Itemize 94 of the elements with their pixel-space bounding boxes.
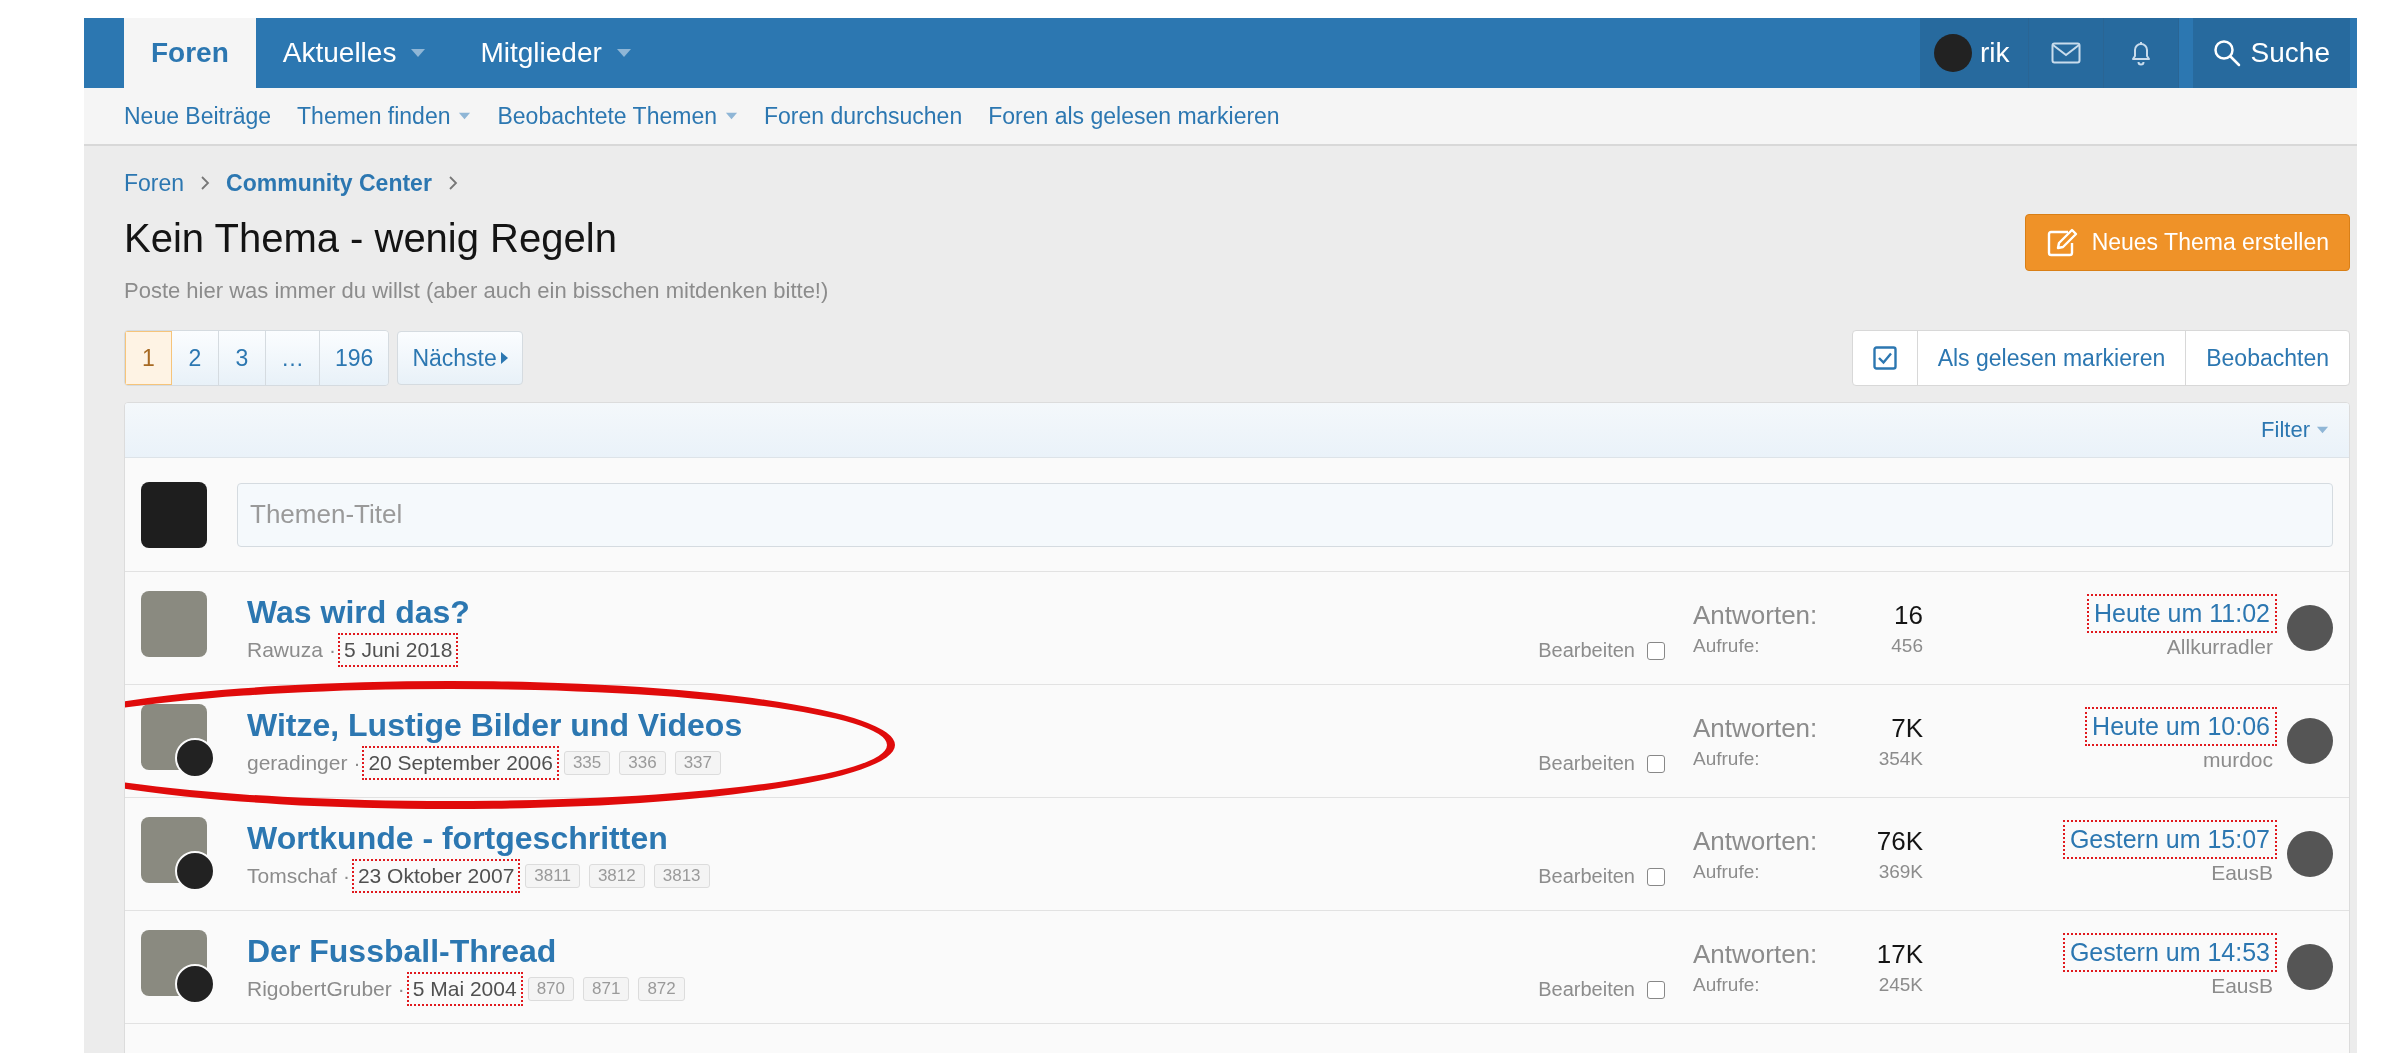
triangle-right-icon <box>500 352 508 364</box>
page-link[interactable]: 871 <box>583 976 630 1001</box>
page-link[interactable]: 3 <box>219 331 266 385</box>
subnav-link[interactable]: Beobachtete Themen <box>497 102 738 130</box>
thread-title-link[interactable]: Was wird das? <box>247 593 470 631</box>
last-poster-link[interactable]: murdoc <box>2202 747 2273 772</box>
separator-dot: · <box>328 637 336 662</box>
subnav-link[interactable]: Themen finden <box>297 102 472 130</box>
action-button[interactable]: Beobachten <box>2185 331 2349 385</box>
new-thread-button[interactable]: Neues Thema erstellen <box>2024 214 2350 271</box>
nav-tab[interactable]: Aktuelles <box>255 18 454 88</box>
nav-tab[interactable]: Foren <box>124 18 256 88</box>
replies-label: Antworten: <box>1693 599 1819 631</box>
checkbox[interactable] <box>1647 754 1665 773</box>
caret-icon <box>2316 426 2329 434</box>
checkbox[interactable] <box>1647 867 1665 886</box>
author-link[interactable]: geradinger <box>247 750 348 775</box>
caret-icon <box>410 48 427 58</box>
views-count: 369K <box>1877 860 1923 883</box>
avatar-photo-placeholder <box>2287 718 2333 764</box>
page-link[interactable]: 3811 <box>525 863 580 888</box>
page-link[interactable]: 337 <box>674 750 721 775</box>
views-label: Aufrufe: <box>1693 973 1761 996</box>
search-button[interactable]: Suche <box>2192 18 2350 88</box>
author-link[interactable]: RigobertGruber <box>247 976 392 1001</box>
page-link[interactable]: 335 <box>563 750 611 775</box>
replies-label: Antworten: <box>1693 712 1819 744</box>
edit-label: Bearbeiten <box>1538 752 1635 775</box>
replies-count: 16 <box>1893 599 1923 631</box>
views-label: Aufrufe: <box>1693 747 1761 770</box>
views-count: 456 <box>1890 634 1923 657</box>
views-count: 245K <box>1877 973 1923 996</box>
separator-dot: · <box>397 976 405 1001</box>
subnav-link[interactable]: Foren durchsuchen <box>764 102 963 130</box>
subnav-link[interactable]: Neue Beiträge <box>124 102 272 130</box>
author-link[interactable]: Tomschaf <box>247 863 337 888</box>
last-poster-link[interactable]: EausB <box>2211 860 2273 885</box>
filter-button[interactable]: Filter <box>2261 417 2329 443</box>
forum-description: Poste hier was immer du willst (aber auch ein bisschen mitdenken bitte!) <box>124 278 829 304</box>
separator-dot: · <box>353 750 361 775</box>
replies-label: Antworten: <box>1693 938 1819 970</box>
replies-count: 17K <box>1875 938 1923 970</box>
views-label: Aufrufe: <box>1693 860 1761 883</box>
subnav-link[interactable]: Foren als gelesen markieren <box>988 102 1280 130</box>
replies-count: 7K <box>1890 712 1923 744</box>
caret-icon <box>458 112 472 120</box>
chevron-right-icon <box>447 175 458 191</box>
caret-icon <box>725 112 738 120</box>
edit-label: Bearbeiten <box>1538 865 1635 888</box>
alerts-button[interactable] <box>2103 18 2179 88</box>
page-link[interactable]: 1 <box>125 331 172 385</box>
replies-label: Antworten: <box>1693 825 1819 857</box>
next-page-button[interactable]: Nächste <box>397 331 523 385</box>
user-menu-button[interactable]: rik <box>1920 18 2029 88</box>
page-link[interactable]: … <box>266 331 320 385</box>
edit-label: Bearbeiten <box>1538 978 1635 1001</box>
page-link[interactable]: 3812 <box>588 863 645 888</box>
breadcrumb-link[interactable]: Foren <box>124 169 185 197</box>
nav-tab[interactable]: Mitglieder <box>453 18 659 88</box>
thread-title-link[interactable]: Der Fussball-Thread <box>247 932 557 970</box>
edit-label: Bearbeiten <box>1538 639 1635 662</box>
last-poster-link[interactable]: Allkurradler <box>2166 634 2273 659</box>
action-button[interactable]: Als gelesen markieren <box>1916 331 2186 385</box>
checkbox[interactable] <box>1647 980 1665 999</box>
thread-title-link[interactable]: Witze, Lustige Bilder und Videos <box>247 706 743 744</box>
page-title: Kein Thema - wenig Regeln <box>124 215 618 262</box>
page-link[interactable]: 870 <box>527 976 574 1001</box>
page-link[interactable]: 196 <box>320 331 389 385</box>
page-link[interactable]: 872 <box>638 976 685 1001</box>
edit-icon <box>2045 227 2078 258</box>
mail-icon <box>2050 42 2081 64</box>
page-link[interactable]: 3813 <box>653 863 710 888</box>
page-link[interactable]: 2 <box>172 331 219 385</box>
breadcrumb-link[interactable]: Community Center <box>226 169 432 197</box>
page-link[interactable]: 336 <box>619 750 666 775</box>
avatar-photo-placeholder <box>2287 605 2333 651</box>
author-link[interactable]: Rawuza <box>247 637 323 662</box>
search-icon <box>2212 39 2241 67</box>
thread-title-field[interactable]: Themen-Titel <box>237 482 2333 547</box>
avatar-photo-placeholder <box>2287 944 2333 990</box>
separator-dot: · <box>342 863 350 888</box>
avatar <box>141 481 207 548</box>
checkbox[interactable] <box>1647 641 1665 660</box>
avatar <box>1934 34 1973 72</box>
checkbox-icon <box>1872 346 1897 370</box>
last-poster-link[interactable]: EausB <box>2211 973 2273 998</box>
replies-count: 76K <box>1875 825 1923 857</box>
thread-title-link[interactable]: Wortkunde - fortgeschritten <box>247 819 668 857</box>
caret-icon <box>615 48 632 58</box>
avatar-photo-placeholder <box>2287 831 2333 877</box>
views-label: Aufrufe: <box>1693 634 1761 657</box>
views-count: 354K <box>1877 747 1923 770</box>
chevron-right-icon <box>200 175 211 191</box>
inbox-button[interactable] <box>2028 18 2104 88</box>
